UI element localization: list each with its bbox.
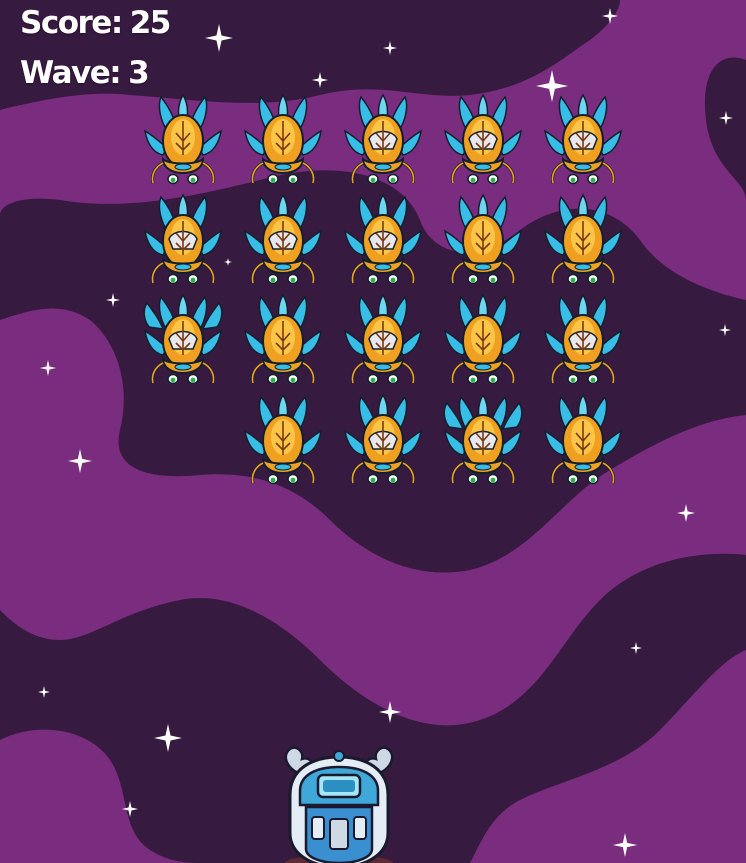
alien-sprite	[243, 393, 323, 485]
alien-invader-icon	[533, 293, 633, 393]
alien-invader-icon	[233, 393, 333, 493]
star-glow	[634, 646, 638, 650]
alien-invader-icon	[333, 193, 433, 293]
alien-sprite	[143, 93, 223, 185]
alien-sprite	[443, 293, 523, 385]
game-canvas[interactable]: Score: 25 Wave: 3	[0, 0, 746, 863]
star-glow	[164, 734, 172, 742]
star-glow	[622, 842, 628, 848]
alien-sprite	[543, 393, 623, 485]
alien-invader-icon	[133, 93, 233, 193]
star-glow	[608, 14, 612, 18]
star-glow	[318, 78, 322, 82]
alien-sprite	[243, 293, 323, 385]
star-glow	[548, 82, 556, 90]
star-glow	[111, 298, 115, 302]
alien-sprite	[343, 93, 423, 185]
star-glow	[388, 46, 392, 50]
star-glow	[46, 366, 50, 370]
alien-sprite	[243, 193, 323, 285]
alien-sprite	[143, 193, 223, 285]
star-glow	[684, 511, 688, 515]
alien-invader-icon	[333, 393, 433, 493]
alien-invader-icon	[233, 293, 333, 393]
alien-invader-icon	[333, 93, 433, 193]
alien-sprite	[443, 193, 523, 285]
player-ship[interactable]	[276, 745, 402, 863]
alien-invader-icon	[333, 293, 433, 393]
alien-invader-icon	[533, 393, 633, 493]
alien-invader-icon	[433, 93, 533, 193]
wave-value: 3	[128, 55, 150, 91]
alien-sprite	[343, 193, 423, 285]
alien-invader-icon	[233, 93, 333, 193]
score-label: Score:	[20, 5, 123, 41]
alien-invader-icon	[533, 93, 633, 193]
alien-sprite	[543, 93, 623, 185]
alien-sprite	[443, 93, 523, 185]
star-glow	[77, 458, 83, 464]
alien-invader-icon	[233, 193, 333, 293]
player-robot-ship-icon	[284, 746, 394, 863]
alien-invader-icon	[433, 393, 533, 493]
alien-sprite	[543, 293, 623, 385]
alien-sprite	[343, 293, 423, 385]
alien-sprite	[543, 193, 623, 285]
alien-invader-icon	[133, 193, 233, 293]
star-glow	[723, 328, 727, 332]
score-value: 25	[129, 5, 172, 41]
score-display: Score: 25	[20, 5, 172, 41]
alien-sprite	[243, 93, 323, 185]
star-glow	[215, 34, 223, 42]
alien-invader-icon	[133, 293, 233, 393]
alien-invader-icon	[433, 293, 533, 393]
alien-invader-icon	[433, 193, 533, 293]
star-glow	[42, 690, 46, 694]
alien-sprite	[443, 393, 523, 485]
alien-sprite	[343, 393, 423, 485]
star-glow	[128, 807, 132, 811]
star-glow	[387, 709, 393, 715]
star-glow	[724, 116, 728, 120]
wave-display: Wave: 3	[20, 55, 150, 91]
wave-label: Wave:	[20, 55, 122, 91]
alien-sprite	[143, 293, 223, 385]
alien-invader-icon	[533, 193, 633, 293]
